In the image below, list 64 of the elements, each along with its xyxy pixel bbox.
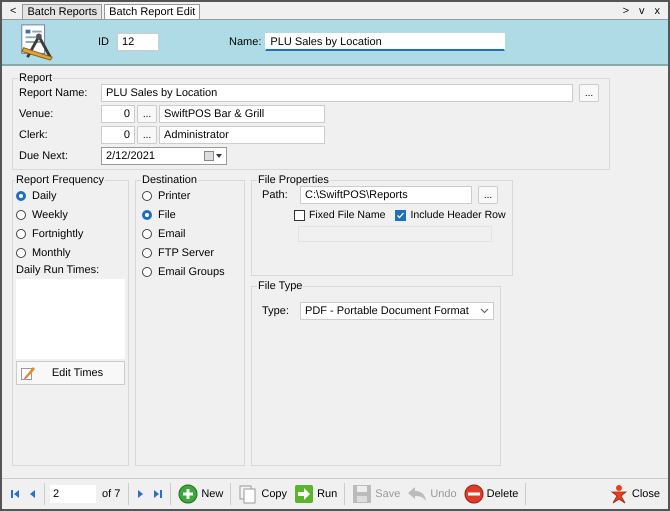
clerk-name-field[interactable]: Administrator [159,126,325,144]
browse-button[interactable]: ... [137,126,157,144]
radio-option[interactable]: Email Groups [142,262,238,281]
radio-option[interactable]: File [142,205,238,224]
dropdown-button[interactable]: v [635,5,648,19]
group-title: Destination [141,174,198,186]
clerk-code-field[interactable]: 0 [101,126,135,144]
venue-code-field[interactable]: 0 [101,105,135,123]
close-button[interactable]: x [650,5,664,19]
name-label: Name: [229,36,262,48]
chevron-down-icon [480,308,489,314]
figure-icon [608,484,629,504]
checkbox-option[interactable]: Include Header Row [395,209,506,221]
radio-option[interactable]: Fortnightly [16,224,125,243]
minus-circle-icon [464,484,484,504]
type-label: Type: [262,305,290,317]
path-label: Path: [262,189,289,201]
name-field[interactable]: PLU Sales by Location [265,33,506,51]
copy-icon [238,484,258,504]
due-next-label: Due Next: [19,150,69,162]
group-title: File Properties [257,174,330,186]
new-button[interactable]: New [176,484,226,504]
radio-option[interactable]: Monthly [16,243,125,262]
report-name-label: Report Name: [19,87,88,99]
browse-button[interactable]: ... [137,105,157,123]
tab[interactable]: Batch Report Edit [104,4,200,19]
tab[interactable]: Batch Reports [22,4,102,19]
daily-run-times-label: Daily Run Times: [16,264,100,276]
browse-button[interactable]: ... [579,84,599,102]
radio-option[interactable]: Weekly [16,205,125,224]
plus-icon [178,484,198,504]
copy-button[interactable]: Copy [236,484,290,504]
delete-button[interactable]: Delete [462,484,520,504]
calendar-dropdown-icon [204,151,222,161]
path-field[interactable]: C:\SwiftPOS\Reports [300,186,472,204]
radio-option[interactable]: Daily [16,186,125,205]
radio-option[interactable]: Printer [142,186,238,205]
pencil-icon [21,366,35,380]
run-button[interactable]: Run [292,484,340,504]
group-title: Report Frequency [15,174,106,186]
edit-times-button[interactable]: Edit Times [16,361,125,385]
last-icon [153,489,164,499]
record-count: of 7 [102,488,120,500]
checkbox-option[interactable]: Fixed File Name [294,209,386,221]
radio-option[interactable]: FTP Server [142,243,238,262]
scroll-right-button[interactable]: > [618,5,633,19]
report-name-field[interactable]: PLU Sales by Location [101,84,573,102]
record-field[interactable]: 2 [50,485,96,503]
radio-option[interactable]: Email [142,224,238,243]
group-title: Report [18,72,54,84]
clerk-label: Clerk: [19,129,49,141]
type-dropdown[interactable]: PDF - Portable Document Format [300,302,494,320]
venue-label: Venue: [19,108,54,120]
arrow-right-icon [294,484,314,504]
first-record-button[interactable] [8,487,22,501]
group-title: File Type [257,280,304,292]
first-icon [10,489,20,499]
date-picker[interactable]: 2/12/2021 [101,147,227,165]
browse-button[interactable]: ... [478,186,498,204]
scroll-left-button[interactable]: < [6,5,20,19]
id-field[interactable]: 12 [117,33,159,51]
close-button[interactable]: Close [606,484,662,504]
id-label: ID [98,36,109,48]
venue-name-field[interactable]: SwiftPOS Bar & Grill [159,105,325,123]
